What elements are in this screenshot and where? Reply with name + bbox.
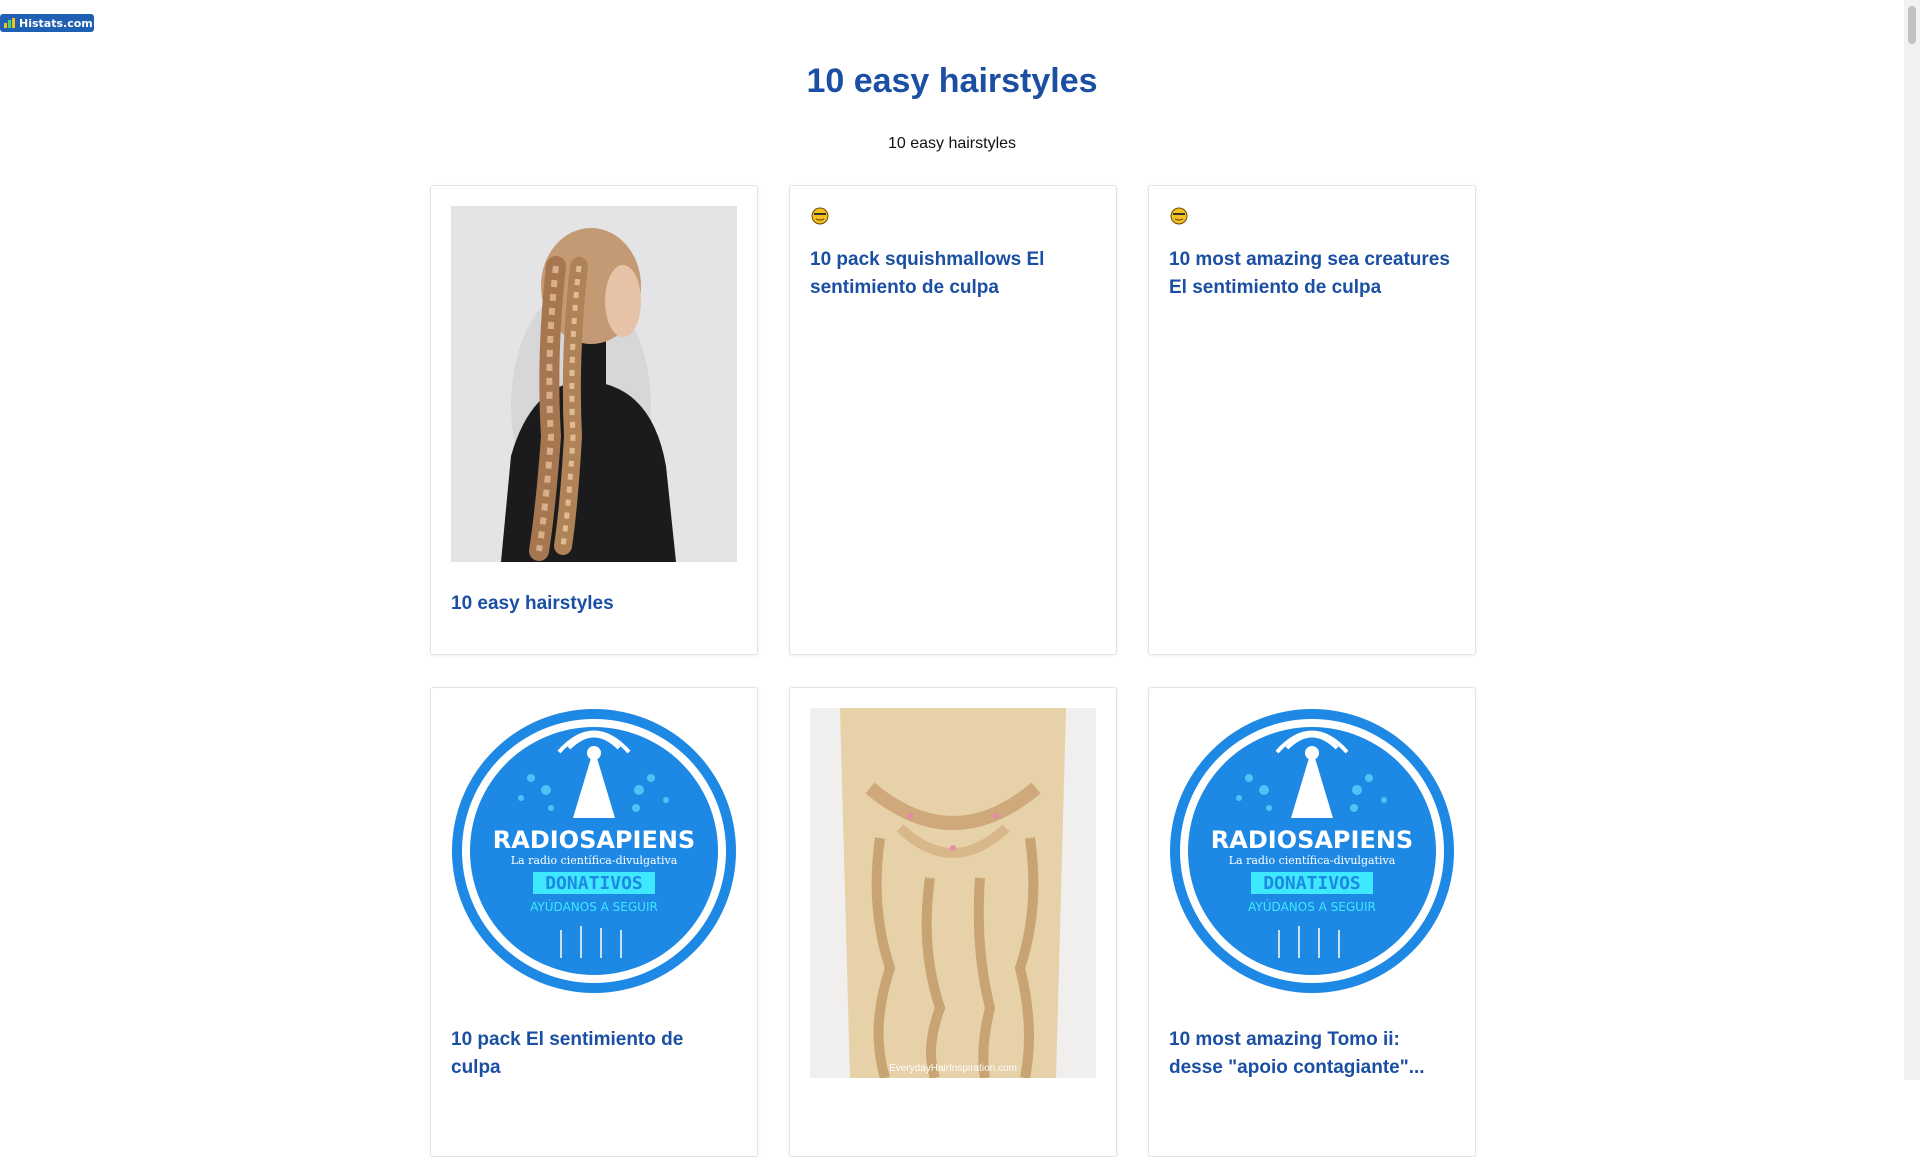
article-card[interactable]: 10 easy hairstyles: [430, 185, 758, 655]
article-grid: 10 easy hairstyles 10 pack squishmallows…: [430, 185, 1476, 1157]
histats-badge[interactable]: Histats.com: [0, 14, 94, 32]
logo-banner: DONATIVOS: [1263, 873, 1361, 894]
article-card[interactable]: 10 pack squishmallows El sentimiento de …: [789, 185, 1117, 655]
vertical-scrollbar[interactable]: [1904, 0, 1920, 1080]
emoji-face-icon: [811, 207, 829, 225]
radiosapiens-logo[interactable]: RADIOSAPIENS La radio científica-divulga…: [1169, 708, 1455, 1078]
logo-name: RADIOSAPIENS: [1211, 826, 1413, 854]
article-card[interactable]: 10 most amazing sea creatures El sentimi…: [1148, 185, 1476, 655]
article-card[interactable]: EverydayHairInspiration.com: [789, 687, 1117, 1157]
braided-hair-photo[interactable]: [451, 206, 737, 562]
card-title-link[interactable]: 10 pack El sentimiento de culpa: [451, 1026, 737, 1082]
logo-tagline: La radio científica-divulgativa: [1229, 854, 1396, 867]
card-title-link[interactable]: 10 pack squishmallows El sentimiento de …: [810, 246, 1096, 302]
radiosapiens-logo[interactable]: RADIOSAPIENS La radio científica-divulga…: [451, 708, 737, 1078]
scrollbar-thumb[interactable]: [1908, 6, 1916, 44]
logo-name: RADIOSAPIENS: [493, 826, 695, 854]
card-title-link[interactable]: 10 most amazing Tomo ii: desse "apoio co…: [1169, 1026, 1455, 1082]
page-title: 10 easy hairstyles: [806, 62, 1098, 100]
blonde-hair-photo[interactable]: EverydayHairInspiration.com: [810, 708, 1096, 1078]
card-title-link[interactable]: 10 most amazing sea creatures El sentimi…: [1169, 246, 1455, 302]
card-title-link[interactable]: 10 easy hairstyles: [451, 590, 737, 618]
page-subtitle: 10 easy hairstyles: [887, 135, 1017, 152]
histats-label: Histats.com: [19, 16, 93, 30]
emoji-face-icon: [1170, 207, 1188, 225]
logo-cta: AYÚDANOS A SEGUIR: [530, 899, 658, 914]
article-card[interactable]: RADIOSAPIENS La radio científica-divulga…: [1148, 687, 1476, 1157]
article-card[interactable]: RADIOSAPIENS La radio científica-divulga…: [430, 687, 758, 1157]
logo-banner: DONATIVOS: [545, 873, 643, 894]
logo-cta: AYÚDANOS A SEGUIR: [1248, 899, 1376, 914]
logo-tagline: La radio científica-divulgativa: [511, 854, 678, 867]
image-watermark: EverydayHairInspiration.com: [889, 1063, 1017, 1074]
bar-chart-icon: [4, 18, 15, 28]
